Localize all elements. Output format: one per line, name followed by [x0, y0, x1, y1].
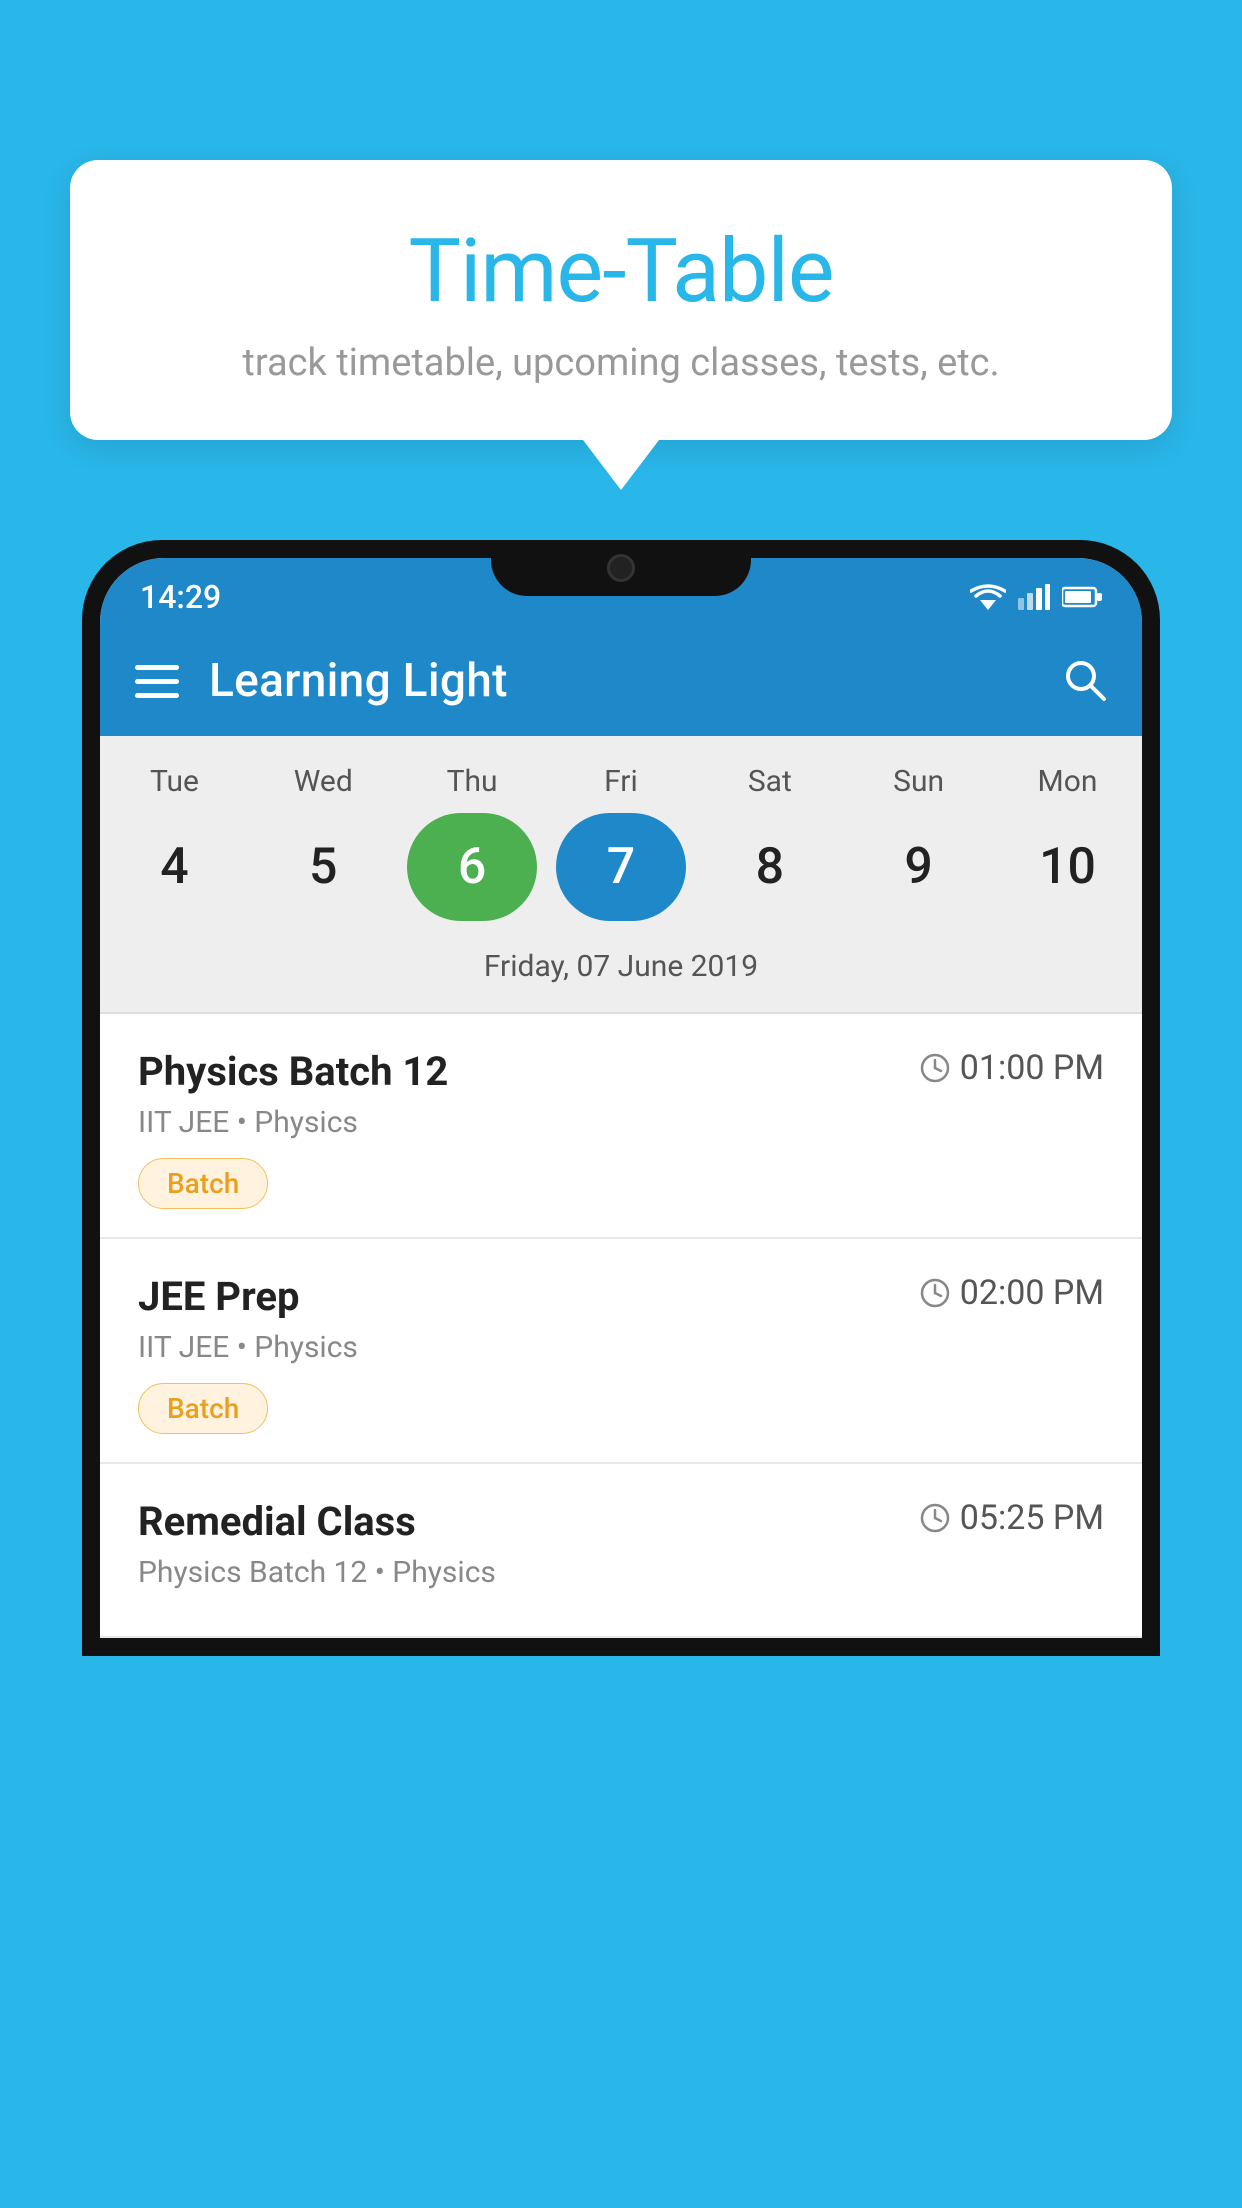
- day-tue[interactable]: Tue: [109, 764, 239, 799]
- date-8[interactable]: 8: [705, 813, 835, 921]
- day-mon[interactable]: Mon: [1002, 764, 1132, 799]
- date-7-selected[interactable]: 7: [556, 813, 686, 921]
- class-2-batch-tag[interactable]: Batch: [138, 1383, 268, 1434]
- class-item-3[interactable]: Remedial Class 05:25 PM Physics Batch 12…: [100, 1464, 1142, 1638]
- class-2-name: JEE Prep: [138, 1273, 920, 1320]
- class-item-2[interactable]: JEE Prep 02:00 PM IIT JEE • Physics Batc…: [100, 1239, 1142, 1464]
- hamburger-line-1: [135, 665, 179, 670]
- class-item-2-header: JEE Prep 02:00 PM: [138, 1273, 1104, 1320]
- class-1-batch-tag[interactable]: Batch: [138, 1158, 268, 1209]
- search-icon[interactable]: [1061, 656, 1107, 706]
- class-list: Physics Batch 12 01:00 PM IIT JEE • Phys…: [100, 1014, 1142, 1638]
- clock-icon-3: [920, 1503, 950, 1533]
- class-3-meta: Physics Batch 12 • Physics: [138, 1555, 1104, 1590]
- day-thu[interactable]: Thu: [407, 764, 537, 799]
- class-2-meta: IIT JEE • Physics: [138, 1330, 1104, 1365]
- day-fri[interactable]: Fri: [556, 764, 686, 799]
- hamburger-line-3: [135, 693, 179, 698]
- wifi-icon: [970, 584, 1006, 610]
- class-item-3-header: Remedial Class 05:25 PM: [138, 1498, 1104, 1545]
- bubble-subtitle: track timetable, upcoming classes, tests…: [120, 341, 1122, 385]
- status-icons: [970, 584, 1102, 610]
- date-9[interactable]: 9: [854, 813, 984, 921]
- dates-row: 4 5 6 7 8 9 10: [100, 813, 1142, 921]
- status-time: 14:29: [140, 578, 221, 616]
- day-sat[interactable]: Sat: [705, 764, 835, 799]
- phone-camera: [607, 554, 635, 582]
- days-header: Tue Wed Thu Fri Sat Sun Mon: [100, 764, 1142, 799]
- class-1-name: Physics Batch 12: [138, 1048, 920, 1095]
- day-sun[interactable]: Sun: [854, 764, 984, 799]
- battery-icon: [1062, 586, 1102, 608]
- class-1-meta: IIT JEE • Physics: [138, 1105, 1104, 1140]
- speech-bubble: Time-Table track timetable, upcoming cla…: [70, 160, 1172, 440]
- date-6-today[interactable]: 6: [407, 813, 537, 921]
- calendar-strip: Tue Wed Thu Fri Sat Sun Mon 4 5 6 7 8 9 …: [100, 736, 1142, 1012]
- date-10[interactable]: 10: [1002, 813, 1132, 921]
- hamburger-menu-icon[interactable]: [135, 665, 179, 698]
- clock-icon-2: [920, 1278, 950, 1308]
- class-3-name: Remedial Class: [138, 1498, 920, 1545]
- app-bar-title: Learning Light: [209, 654, 1031, 708]
- class-2-time: 02:00 PM: [920, 1273, 1104, 1313]
- class-item-1[interactable]: Physics Batch 12 01:00 PM IIT JEE • Phys…: [100, 1014, 1142, 1239]
- signal-icon: [1018, 584, 1050, 610]
- phone-wrapper: 14:29: [82, 540, 1160, 2208]
- class-item-1-header: Physics Batch 12 01:00 PM: [138, 1048, 1104, 1095]
- selected-date-label: Friday, 07 June 2019: [100, 939, 1142, 1004]
- date-4[interactable]: 4: [109, 813, 239, 921]
- phone-screen: 14:29: [100, 558, 1142, 1638]
- hamburger-line-2: [135, 679, 179, 684]
- phone-notch: [491, 540, 751, 596]
- class-1-time: 01:00 PM: [920, 1048, 1104, 1088]
- bubble-title: Time-Table: [120, 220, 1122, 323]
- date-5[interactable]: 5: [258, 813, 388, 921]
- app-bar: Learning Light: [100, 626, 1142, 736]
- clock-icon-1: [920, 1053, 950, 1083]
- day-wed[interactable]: Wed: [258, 764, 388, 799]
- phone-outer: 14:29: [82, 540, 1160, 1656]
- class-3-time: 05:25 PM: [920, 1498, 1104, 1538]
